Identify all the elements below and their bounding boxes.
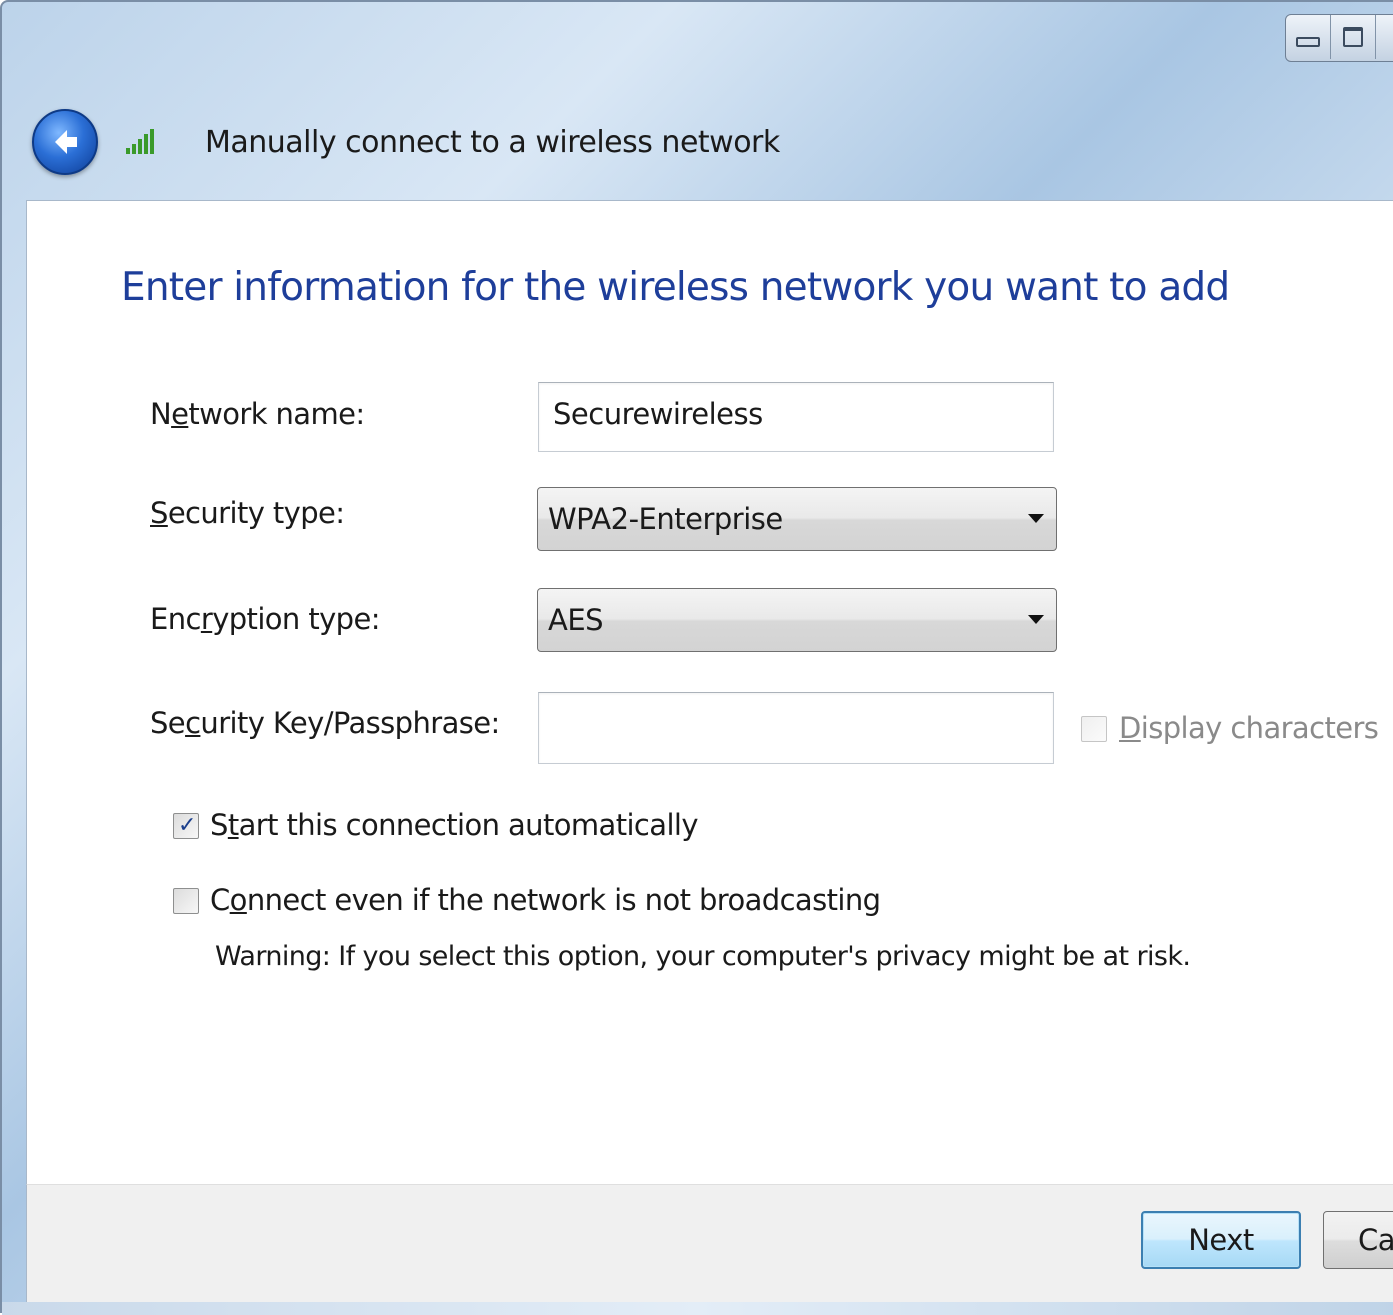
security-type-label: Security type: bbox=[150, 496, 345, 530]
window-bottom-edge bbox=[2, 1302, 1393, 1315]
title-bar: Manually connect to a wireless network bbox=[32, 102, 780, 182]
encryption-type-value: AES bbox=[548, 603, 604, 637]
cancel-button[interactable]: Ca bbox=[1323, 1211, 1393, 1269]
next-button[interactable]: Next bbox=[1141, 1211, 1301, 1269]
wireless-signal-icon bbox=[126, 129, 154, 154]
chevron-down-icon bbox=[1028, 514, 1044, 523]
maximize-icon bbox=[1343, 27, 1363, 47]
maximize-button[interactable] bbox=[1331, 15, 1376, 59]
minimize-button[interactable] bbox=[1286, 15, 1331, 59]
window-controls bbox=[1285, 14, 1393, 62]
security-key-label: Security Key/Passphrase: bbox=[150, 706, 500, 740]
connect-hidden-label: Connect even if the network is not broad… bbox=[210, 883, 881, 917]
chevron-down-icon bbox=[1028, 615, 1044, 624]
connect-hidden-checkbox[interactable] bbox=[173, 888, 199, 914]
encryption-type-label: Encryption type: bbox=[150, 602, 380, 636]
display-characters-checkbox[interactable] bbox=[1081, 716, 1107, 742]
encryption-type-select[interactable]: AES bbox=[537, 588, 1057, 652]
security-key-input[interactable] bbox=[538, 692, 1054, 764]
dialog-window: Manually connect to a wireless network E… bbox=[0, 0, 1393, 1315]
display-characters-label: Display characters bbox=[1119, 711, 1379, 745]
main-instruction: Enter information for the wireless netwo… bbox=[121, 265, 1230, 310]
window-title: Manually connect to a wireless network bbox=[205, 124, 780, 160]
back-arrow-icon bbox=[55, 130, 77, 154]
minimize-icon bbox=[1296, 37, 1320, 47]
security-type-value: WPA2-Enterprise bbox=[548, 502, 783, 536]
footer-bar: Next Ca bbox=[26, 1184, 1393, 1302]
network-name-label: Network name: bbox=[150, 397, 365, 431]
checkmark-icon: ✓ bbox=[178, 813, 197, 838]
back-button[interactable] bbox=[32, 109, 98, 175]
privacy-warning-text: Warning: If you select this option, your… bbox=[215, 941, 1191, 972]
start-automatically-checkbox[interactable]: ✓ bbox=[173, 813, 199, 839]
content-area: Enter information for the wireless netwo… bbox=[26, 200, 1393, 1185]
security-type-select[interactable]: WPA2-Enterprise bbox=[537, 487, 1057, 551]
network-name-input[interactable]: Securewireless bbox=[538, 382, 1054, 452]
start-automatically-label: Start this connection automatically bbox=[210, 808, 699, 842]
